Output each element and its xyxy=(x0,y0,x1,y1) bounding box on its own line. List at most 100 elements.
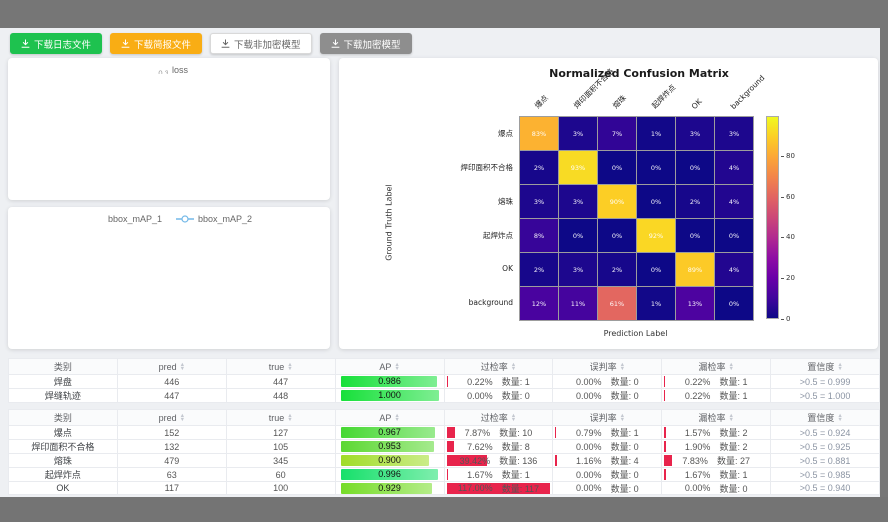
matrix-cell: 92% xyxy=(637,219,675,252)
column-header-misjudge[interactable]: 误判率▲▼ xyxy=(553,410,662,426)
sort-icon[interactable]: ▲▼ xyxy=(287,363,292,371)
column-label: 漏检率 xyxy=(698,360,725,373)
column-label: 误判率 xyxy=(590,360,617,373)
legend-marker-icon xyxy=(176,215,194,223)
column-header-confidence[interactable]: 置信度▲▼ xyxy=(771,410,880,426)
matrix-row-label: 焊印面积不合格 xyxy=(367,162,513,173)
matrix-cell: 2% xyxy=(520,151,558,184)
column-header-pred[interactable]: pred▲▼ xyxy=(117,410,226,426)
column-header-overdetect[interactable]: 过检率▲▼ xyxy=(444,410,553,426)
misjudge-cell: 1.16%数量: 4 xyxy=(553,454,662,468)
rate-percent: 1.67% xyxy=(467,470,493,480)
missrate-cell: 7.83%数量: 27 xyxy=(662,454,771,468)
legend-item-bbox_mAP_2[interactable]: bbox_mAP_2 xyxy=(176,214,252,224)
column-label: 过检率 xyxy=(481,411,508,424)
misjudge-cell: 0.00%数量: 0 xyxy=(553,440,662,454)
download-report-file-button[interactable]: 下载简报文件 xyxy=(110,33,202,54)
sort-icon[interactable]: ▲▼ xyxy=(511,363,516,371)
rate-count: 数量: 4 xyxy=(611,454,639,467)
rate-count: 数量: 1 xyxy=(719,468,747,481)
rate-count: 数量: 0 xyxy=(611,482,639,495)
sort-icon[interactable]: ▲▼ xyxy=(180,414,185,422)
column-header-pred[interactable]: pred▲▼ xyxy=(117,359,226,375)
summary-table: 类别pred▲▼true▲▼AP▲▼过检率▲▼误判率▲▼漏检率▲▼置信度▲▼焊盘… xyxy=(8,358,880,403)
misjudge-cell: 0.00% 数量: 0 xyxy=(553,482,662,495)
true-cell: 447 xyxy=(226,375,335,389)
sort-icon[interactable]: ▲▼ xyxy=(837,414,842,422)
column-header-misjudge[interactable]: 误判率▲▼ xyxy=(553,359,662,375)
confidence-cell: >0.5 = 0.985 xyxy=(771,468,880,482)
rate-percent: 0.00% xyxy=(576,483,602,493)
column-header-true[interactable]: true▲▼ xyxy=(226,359,335,375)
rate-count: 数量: 8 xyxy=(502,440,530,453)
sort-icon[interactable]: ▲▼ xyxy=(620,414,625,422)
column-header-ap[interactable]: AP▲▼ xyxy=(335,359,444,375)
sort-icon[interactable]: ▲▼ xyxy=(511,414,516,422)
svg-text:0.35: 0.35 xyxy=(158,69,168,75)
loss-chart-legend: 00.050.10.150.20.250.30.3512345678910111… xyxy=(14,62,324,78)
overdetect-cell: 0.22%数量: 1 xyxy=(444,375,553,389)
rate-percent: 7.62% xyxy=(467,442,493,452)
download-log-file-button[interactable]: 下载日志文件 xyxy=(10,33,102,54)
table-row: 爆点1521270.9677.87%数量: 100.79%数量: 11.57%数… xyxy=(9,426,880,440)
window-bottom-band xyxy=(0,497,888,522)
ap-cell: 0.996 xyxy=(335,468,444,482)
column-header-true[interactable]: true▲▼ xyxy=(226,410,335,426)
column-label: AP xyxy=(379,413,391,423)
matrix-cell: 8% xyxy=(520,219,558,252)
matrix-col-label: 起焊炸点 xyxy=(649,82,678,111)
matrix-cell: 1% xyxy=(637,117,675,150)
dashboard: 下载日志文件 下载简报文件下载非加密模型 下载加密模型 00.050.10.150.… xyxy=(0,0,888,522)
column-header-confidence[interactable]: 置信度▲▼ xyxy=(771,359,880,375)
colorbar-tick-label: 40 xyxy=(786,233,795,241)
sort-icon[interactable]: ▲▼ xyxy=(394,363,399,371)
sort-icon[interactable]: ▲▼ xyxy=(728,414,733,422)
ap-cell: 1.000 xyxy=(335,389,444,403)
column-header-missrate[interactable]: 漏检率▲▼ xyxy=(662,410,771,426)
sort-icon[interactable]: ▲▼ xyxy=(394,414,399,422)
sort-icon[interactable]: ▲▼ xyxy=(180,363,185,371)
true-cell: 60 xyxy=(226,468,335,482)
download-encrypted-model-button[interactable]: 下载加密模型 xyxy=(320,33,412,54)
column-header-class: 类别 xyxy=(9,359,118,375)
column-label: pred xyxy=(159,413,177,423)
table-row: OK1171000.929117.00%数量: 1170.00%数量: 00.0… xyxy=(9,482,880,495)
confusion-matrix-grid: 83%3%7%1%3%3%2%93%0%0%0%4%3%3%90%0%2%4%8… xyxy=(519,116,754,321)
sort-icon[interactable]: ▲▼ xyxy=(837,363,842,371)
column-label: 置信度 xyxy=(807,360,834,373)
map-chart-card: 00.20.40.60.81123456789101112bbox_mAP_1 b… xyxy=(8,207,330,349)
colorbar-tick-label: 60 xyxy=(786,193,795,201)
column-header-overdetect[interactable]: 过检率▲▼ xyxy=(444,359,553,375)
ap-cell: 0.967 xyxy=(335,426,444,440)
rate-percent: 117.00% xyxy=(458,483,493,493)
rate-percent: 1.67% xyxy=(685,470,711,480)
app-area: 下载日志文件 下载简报文件下载非加密模型 下载加密模型 00.050.10.150.… xyxy=(0,28,880,497)
sort-icon[interactable]: ▲▼ xyxy=(728,363,733,371)
matrix-cell: 3% xyxy=(559,117,597,150)
column-header-missrate[interactable]: 漏检率▲▼ xyxy=(662,359,771,375)
button-label: 下载日志文件 xyxy=(34,37,91,51)
pred-cell: 63 xyxy=(117,468,226,482)
rate-percent: 0.00% xyxy=(467,391,493,401)
legend-item-bbox_mAP_1[interactable]: 00.20.40.60.81123456789101112bbox_mAP_1 xyxy=(86,214,162,224)
matrix-cell: 1% xyxy=(637,287,675,320)
colorbar-tick-label: 20 xyxy=(786,274,795,282)
matrix-row-label: background xyxy=(367,298,513,307)
sort-icon[interactable]: ▲▼ xyxy=(620,363,625,371)
pred-cell: 117 xyxy=(117,482,226,495)
missrate-cell: 1.57%数量: 2 xyxy=(662,426,771,440)
matrix-cell: 12% xyxy=(520,287,558,320)
matrix-cell: 0% xyxy=(715,287,753,320)
download-unencrypted-model-button[interactable]: 下载非加密模型 xyxy=(210,33,312,54)
pred-cell: 152 xyxy=(117,426,226,440)
matrix-cell: 61% xyxy=(598,287,636,320)
loss-chart xyxy=(14,78,322,196)
legend-item-loss[interactable]: 00.050.10.150.20.250.30.3512345678910111… xyxy=(150,65,188,75)
misjudge-cell: 0.00%数量: 0 xyxy=(553,468,662,482)
rate-count: 数量: 0 xyxy=(611,440,639,453)
rate-percent: 0.00% xyxy=(576,377,602,387)
button-label: 下载加密模型 xyxy=(344,37,401,51)
column-label: true xyxy=(269,413,285,423)
sort-icon[interactable]: ▲▼ xyxy=(287,414,292,422)
column-header-ap[interactable]: AP▲▼ xyxy=(335,410,444,426)
